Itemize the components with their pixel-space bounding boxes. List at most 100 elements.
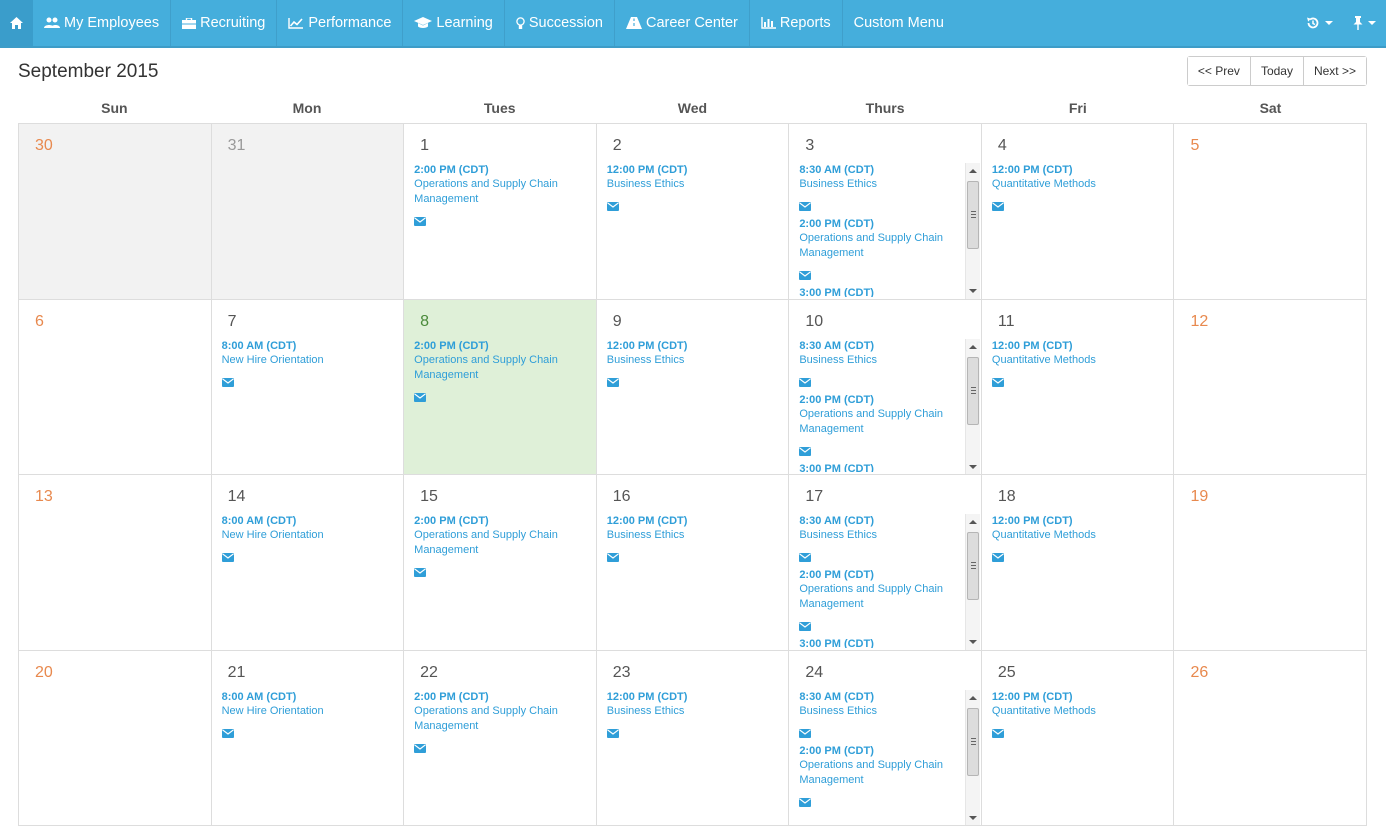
event-time[interactable]: 8:00 AM (CDT) [222,690,402,704]
calendar-event[interactable]: 12:00 PM (CDT)Business Ethics [607,690,787,734]
envelope-icon[interactable] [607,549,619,558]
calendar-event[interactable]: 2:00 PM (CDT)Operations and Supply Chain… [414,163,594,222]
event-title[interactable]: Business Ethics [799,177,959,192]
envelope-icon[interactable] [414,389,426,398]
event-title[interactable]: Business Ethics [607,704,767,719]
scroll-down-arrow-icon[interactable] [969,816,977,820]
envelope-icon[interactable] [799,618,811,627]
nav-recruiting[interactable]: Recruiting [171,0,277,46]
nav-performance[interactable]: Performance [277,0,403,46]
calendar-event[interactable]: 8:00 AM (CDT)New Hire Orientation [222,514,402,558]
event-time[interactable]: 2:00 PM (CDT) [414,339,594,353]
event-title[interactable]: Operations and Supply Chain Management [414,177,574,207]
nav-career-center[interactable]: Career Center [615,0,750,46]
calendar-event[interactable]: 8:30 AM (CDT)Business Ethics [799,690,963,734]
event-title[interactable]: Operations and Supply Chain Management [799,231,959,261]
calendar-day[interactable]: 1812:00 PM (CDT)Quantitative Methods [982,475,1175,651]
event-time[interactable]: 3:00 PM (CDT) [799,286,963,297]
calendar-event[interactable]: 8:00 AM (CDT)New Hire Orientation [222,339,402,383]
events-scrollbar[interactable] [965,163,980,299]
scroll-up-arrow-icon[interactable] [969,696,977,700]
calendar-day[interactable]: 31 [212,124,405,300]
calendar-event[interactable]: 8:30 AM (CDT)Business Ethics [799,163,963,207]
scroll-down-arrow-icon[interactable] [969,289,977,293]
scroll-up-arrow-icon[interactable] [969,345,977,349]
event-time[interactable]: 8:30 AM (CDT) [799,339,963,353]
calendar-day[interactable]: 30 [19,124,212,300]
envelope-icon[interactable] [799,267,811,276]
history-dropdown[interactable] [1296,0,1343,46]
event-title[interactable]: Business Ethics [607,353,767,368]
calendar-day[interactable]: 12:00 PM (CDT)Operations and Supply Chai… [404,124,597,300]
home-button[interactable] [0,0,33,46]
event-time[interactable]: 8:00 AM (CDT) [222,514,402,528]
calendar-event[interactable]: 12:00 PM (CDT)Quantitative Methods [992,514,1172,558]
event-title[interactable]: Operations and Supply Chain Management [414,353,574,383]
nav-succession[interactable]: Succession [505,0,615,46]
calendar-event[interactable]: 12:00 PM (CDT)Business Ethics [607,163,787,207]
event-time[interactable]: 12:00 PM (CDT) [607,690,787,704]
envelope-icon[interactable] [414,740,426,749]
scrollbar-thumb[interactable] [967,708,979,776]
envelope-icon[interactable] [992,198,1004,207]
calendar-event[interactable]: 12:00 PM (CDT)Business Ethics [607,514,787,558]
event-time[interactable]: 2:00 PM (CDT) [414,163,594,177]
prev-month-button[interactable]: << Prev [1188,57,1250,85]
nav-reports[interactable]: Reports [750,0,843,46]
calendar-event[interactable]: 3:00 PM (CDT) [799,286,963,297]
events-scrollbar[interactable] [965,339,980,475]
event-title[interactable]: Quantitative Methods [992,528,1152,543]
calendar-day[interactable]: 1112:00 PM (CDT)Quantitative Methods [982,300,1175,476]
event-time[interactable]: 12:00 PM (CDT) [992,163,1172,177]
calendar-day[interactable]: 13 [19,475,212,651]
event-title[interactable]: Operations and Supply Chain Management [414,704,574,734]
calendar-event[interactable]: 12:00 PM (CDT)Quantitative Methods [992,339,1172,383]
event-time[interactable]: 12:00 PM (CDT) [607,163,787,177]
event-time[interactable]: 12:00 PM (CDT) [992,514,1172,528]
event-title[interactable]: Business Ethics [799,353,959,368]
event-time[interactable]: 3:00 PM (CDT) [799,462,963,473]
event-title[interactable]: Business Ethics [799,704,959,719]
nav-my-employees[interactable]: My Employees [33,0,171,46]
nav-learning[interactable]: Learning [403,0,504,46]
calendar-event[interactable]: 2:00 PM (CDT)Operations and Supply Chain… [799,393,963,452]
calendar-day[interactable]: 5 [1174,124,1367,300]
calendar-day[interactable]: 148:00 AM (CDT)New Hire Orientation [212,475,405,651]
event-title[interactable]: Business Ethics [607,528,767,543]
next-month-button[interactable]: Next >> [1303,57,1366,85]
event-title[interactable]: Business Ethics [799,528,959,543]
envelope-icon[interactable] [799,725,811,734]
calendar-day[interactable]: 78:00 AM (CDT)New Hire Orientation [212,300,405,476]
event-time[interactable]: 8:30 AM (CDT) [799,690,963,704]
event-title[interactable]: New Hire Orientation [222,704,382,719]
event-time[interactable]: 2:00 PM (CDT) [799,217,963,231]
calendar-day-today[interactable]: 82:00 PM (CDT)Operations and Supply Chai… [404,300,597,476]
scrollbar-thumb[interactable] [967,181,979,249]
calendar-event[interactable]: 2:00 PM (CDT)Operations and Supply Chain… [414,514,594,573]
calendar-event[interactable]: 2:00 PM (CDT)Operations and Supply Chain… [799,568,963,627]
event-title[interactable]: Business Ethics [607,177,767,192]
envelope-icon[interactable] [992,374,1004,383]
event-time[interactable]: 12:00 PM (CDT) [992,339,1172,353]
event-time[interactable]: 8:30 AM (CDT) [799,163,963,177]
calendar-day[interactable]: 178:30 AM (CDT)Business Ethics2:00 PM (C… [789,475,982,651]
calendar-day[interactable]: 152:00 PM (CDT)Operations and Supply Cha… [404,475,597,651]
calendar-event[interactable]: 3:00 PM (CDT) [799,462,963,473]
calendar-event[interactable]: 2:00 PM (CDT)Operations and Supply Chain… [414,339,594,398]
scrollbar-thumb[interactable] [967,357,979,425]
calendar-event[interactable]: 12:00 PM (CDT)Business Ethics [607,339,787,383]
event-time[interactable]: 2:00 PM (CDT) [414,514,594,528]
calendar-day[interactable]: 6 [19,300,212,476]
calendar-event[interactable]: 12:00 PM (CDT)Quantitative Methods [992,163,1172,207]
envelope-icon[interactable] [992,725,1004,734]
event-title[interactable]: Quantitative Methods [992,177,1152,192]
event-time[interactable]: 12:00 PM (CDT) [607,339,787,353]
event-title[interactable]: Quantitative Methods [992,353,1152,368]
event-title[interactable]: Quantitative Methods [992,704,1152,719]
envelope-icon[interactable] [607,374,619,383]
event-time[interactable]: 12:00 PM (CDT) [992,690,1172,704]
scroll-up-arrow-icon[interactable] [969,520,977,524]
calendar-day[interactable]: 1612:00 PM (CDT)Business Ethics [597,475,790,651]
scrollbar-thumb[interactable] [967,532,979,600]
events-scrollbar[interactable] [965,514,980,650]
